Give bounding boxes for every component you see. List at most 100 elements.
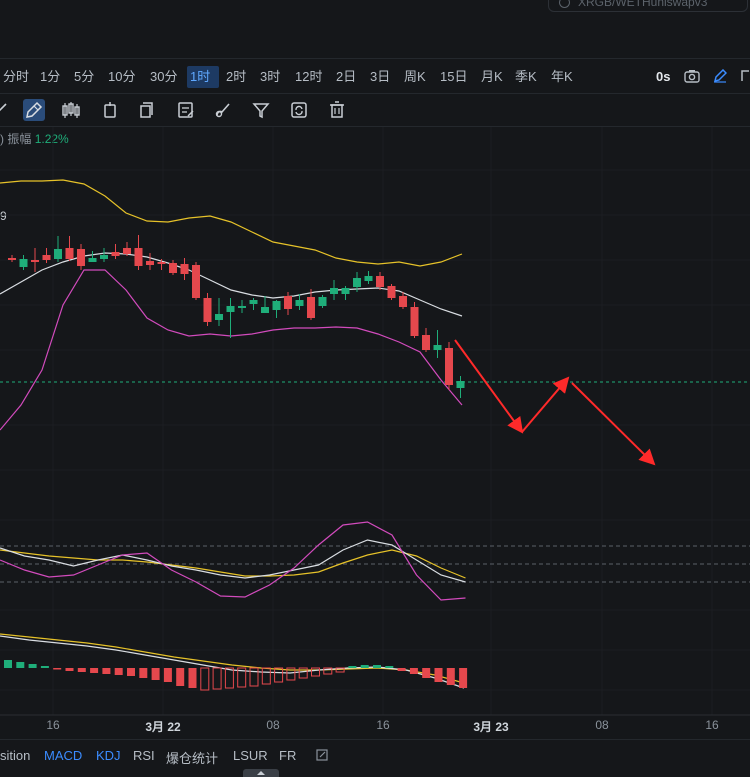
x-axis-label: 16 — [705, 718, 719, 732]
macd-histogram-bar — [28, 664, 37, 668]
candle-body — [169, 263, 177, 273]
prediction-arrows — [454, 339, 656, 466]
macd-histogram-bar — [77, 668, 86, 672]
macd-histogram-bar — [40, 666, 49, 668]
candle-body — [215, 314, 223, 320]
candle-body — [42, 255, 51, 260]
macd-histogram-bar — [114, 668, 123, 675]
tab-lsur[interactable]: LSUR — [233, 748, 268, 763]
tab-liquidation-stats[interactable]: 爆仓统计 — [166, 748, 218, 767]
price-chart[interactable] — [0, 0, 750, 777]
candle-body — [134, 248, 143, 266]
macd-histogram-bar — [397, 668, 406, 671]
candle-body — [180, 264, 189, 274]
candle-body — [8, 258, 16, 260]
candle-body — [410, 307, 419, 336]
macd-histogram-bar — [176, 668, 185, 686]
x-axis-label: 3月 23 — [473, 720, 509, 734]
edit-icon[interactable] — [316, 749, 328, 764]
caret-up-icon — [257, 771, 265, 775]
candle-body — [433, 345, 442, 350]
macd-histogram-bar — [200, 667, 210, 691]
macd-histogram-bar — [212, 667, 222, 690]
candle-body — [157, 262, 166, 264]
candle-body — [445, 348, 453, 385]
candle-body — [192, 265, 200, 298]
candle-body — [422, 335, 430, 350]
candle-body — [19, 259, 28, 267]
candle-body — [318, 297, 327, 306]
macd-histogram-bar — [163, 668, 172, 682]
candle-body — [376, 276, 384, 287]
candle-body — [295, 300, 304, 306]
x-axis: 16 3月 22 08 16 3月 23 08 16 — [0, 715, 750, 737]
macd-histogram-bar — [459, 668, 468, 688]
macd-histogram-bar — [261, 667, 271, 685]
prediction-arrow — [454, 339, 524, 434]
macd-histogram-bar — [348, 666, 357, 668]
kdj-j-line — [0, 521, 466, 601]
candlesticks — [8, 235, 465, 398]
candle-body — [31, 260, 39, 262]
x-axis-label: 16 — [376, 718, 390, 732]
macd-histogram-bar — [139, 668, 148, 678]
candle-body — [54, 249, 62, 259]
macd-histogram-bar — [4, 660, 12, 668]
candle-body — [88, 258, 97, 262]
tab-rsi[interactable]: RSI — [133, 748, 155, 763]
macd-histogram-bar — [224, 667, 234, 689]
tab-fr[interactable]: FR — [279, 748, 296, 763]
macd-histogram-bar — [311, 667, 320, 677]
tab-position[interactable]: sition — [0, 748, 30, 763]
macd-histogram-bar — [249, 667, 259, 687]
macd-histogram-bar — [65, 668, 74, 671]
macd-histogram-bar — [102, 668, 111, 674]
candle-body — [146, 261, 154, 265]
candle-body — [387, 286, 396, 298]
candle-body — [77, 249, 85, 266]
indicator-bar: sition MACD KDJ RSI 爆仓统计 LSUR FR — [0, 741, 750, 771]
kdj-panel — [0, 521, 750, 601]
macd-signal-line — [0, 633, 465, 684]
macd-histogram-bar — [127, 668, 135, 676]
candle-body — [111, 252, 120, 256]
candle-body — [307, 297, 315, 318]
candle-body — [399, 296, 407, 307]
tab-kdj[interactable]: KDJ — [96, 748, 121, 763]
x-axis-label: 16 — [46, 718, 60, 732]
candle-body — [272, 301, 281, 310]
candle-body — [123, 248, 131, 254]
macd-histogram-bar — [360, 665, 369, 668]
macd-histogram-bar — [53, 668, 62, 670]
candle-body — [330, 288, 338, 294]
x-axis-label: 08 — [266, 718, 280, 732]
panel-toggle-button[interactable] — [243, 769, 279, 777]
prediction-arrow — [521, 376, 570, 433]
x-axis-label: 08 — [595, 718, 609, 732]
candle-body — [364, 276, 373, 281]
candle-body — [100, 255, 108, 259]
chart-grid — [0, 127, 750, 716]
macd-panel — [0, 633, 468, 691]
macd-histogram-bar — [16, 662, 25, 668]
macd-histogram-bar — [434, 668, 443, 682]
macd-histogram-bar — [446, 668, 455, 685]
macd-histogram-bar — [373, 665, 381, 668]
tab-macd[interactable]: MACD — [44, 748, 82, 763]
divider — [0, 739, 750, 740]
candle-body — [341, 288, 350, 294]
candle-body — [65, 248, 74, 259]
x-axis-label: 3月 22 — [145, 720, 181, 734]
macd-line — [0, 635, 465, 689]
macd-histogram-bar — [385, 666, 394, 668]
macd-histogram-bar — [188, 668, 197, 688]
candle-body — [353, 278, 361, 287]
candle-body — [203, 298, 212, 322]
candle-body — [261, 307, 269, 313]
candle-body — [226, 306, 235, 312]
prediction-arrow — [571, 382, 656, 466]
macd-histogram-bar — [90, 668, 99, 673]
candle-body — [249, 300, 258, 304]
macd-histogram-bar — [422, 668, 431, 678]
candle-body — [238, 306, 246, 308]
